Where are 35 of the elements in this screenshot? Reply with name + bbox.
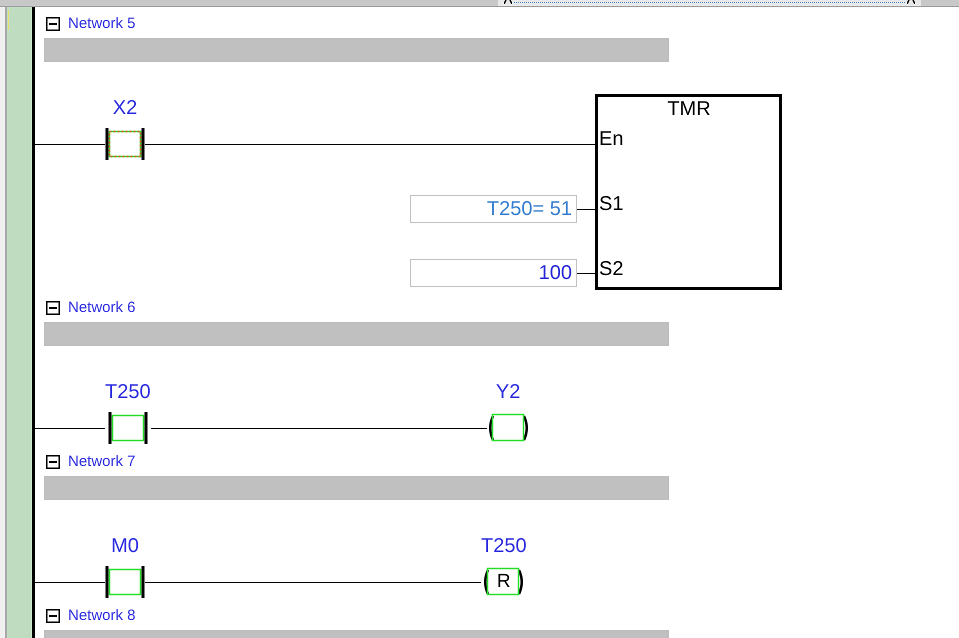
collapse-icon[interactable] (46, 17, 60, 31)
contact-icon[interactable] (105, 566, 145, 598)
comment-field[interactable] (44, 322, 669, 346)
pin-label: En (599, 129, 624, 149)
function-block[interactable]: TMR En S1 S2 (595, 94, 782, 290)
wire (35, 582, 105, 583)
device-label: X2 (112, 97, 138, 119)
close-icon[interactable] (504, 0, 512, 4)
wire (577, 208, 595, 210)
operand-field[interactable]: 100 (410, 259, 577, 287)
device-label: M0 (111, 535, 139, 557)
device-label: T250 (105, 381, 151, 403)
collapse-icon[interactable] (46, 455, 60, 469)
contact-icon[interactable] (105, 128, 145, 160)
wire (577, 272, 595, 274)
wire (35, 144, 105, 145)
comment-field[interactable] (44, 476, 669, 500)
device-label: T250 (481, 535, 527, 557)
network-title: Network 6 (68, 300, 136, 316)
pin-label: S2 (599, 259, 624, 279)
coil-icon[interactable] (486, 412, 530, 444)
network-title: Network 7 (68, 454, 136, 470)
collapse-icon[interactable] (46, 609, 60, 623)
collapse-icon[interactable] (46, 301, 60, 315)
operand-field[interactable]: T250= 51 (410, 195, 577, 223)
comment-field[interactable] (44, 38, 669, 62)
network-title: Network 8 (68, 608, 136, 624)
close-icon[interactable] (907, 0, 915, 4)
pin-label: S1 (599, 194, 624, 214)
block-title: TMR (667, 98, 711, 120)
network-title: Network 5 (68, 16, 136, 32)
wire (35, 428, 105, 429)
cursor-mark (8, 10, 9, 30)
contact-icon[interactable] (108, 412, 148, 444)
device-label: Y2 (496, 381, 520, 403)
